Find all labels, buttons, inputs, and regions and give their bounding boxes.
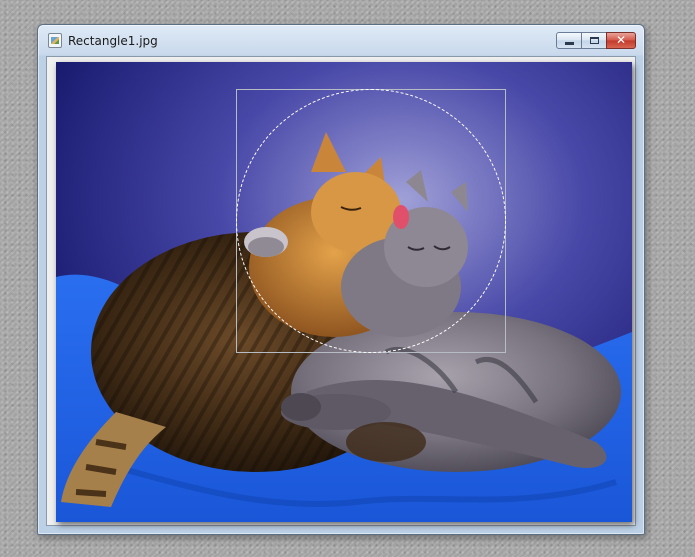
caption-buttons: ✕	[556, 32, 636, 49]
close-button[interactable]: ✕	[606, 32, 636, 49]
maximize-button[interactable]	[581, 32, 607, 49]
minimize-button[interactable]	[556, 32, 582, 49]
image-window[interactable]: Rectangle1.jpg ✕	[37, 24, 645, 535]
minimize-icon	[565, 42, 574, 45]
ellipse-selection-marquee[interactable]	[236, 89, 506, 353]
maximize-icon	[590, 37, 599, 44]
image-file-icon	[48, 33, 62, 48]
image-canvas[interactable]	[56, 62, 632, 522]
title-bar[interactable]: Rectangle1.jpg ✕	[38, 25, 644, 55]
window-title: Rectangle1.jpg	[68, 34, 158, 48]
close-icon: ✕	[616, 33, 627, 47]
image-workspace	[46, 56, 636, 526]
